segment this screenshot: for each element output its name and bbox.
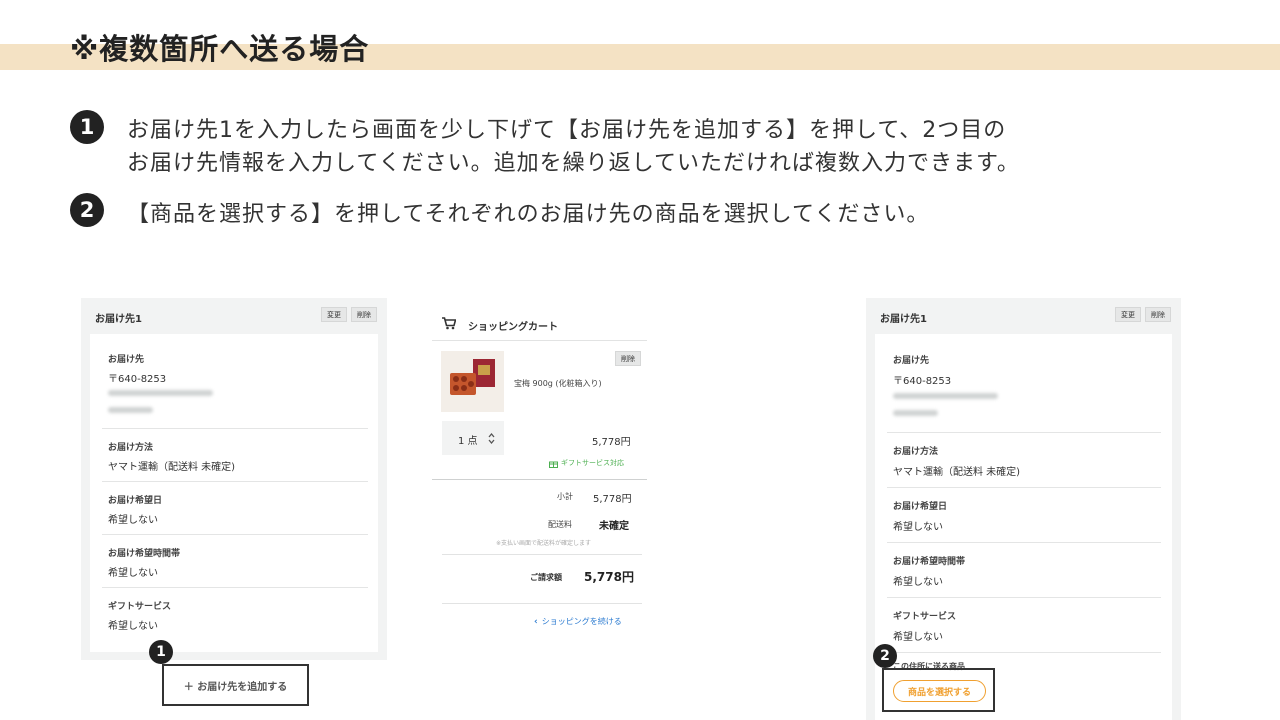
date-label: お届け希望日	[108, 496, 163, 506]
continue-shopping-label: ショッピングを続ける	[541, 617, 622, 626]
method-label: お届け方法	[893, 447, 939, 457]
right-delivery-panel: お届け先1 変更 削除 お届け先 〒640-8253 お届け方法 ヤマト運輸（配…	[866, 298, 1181, 720]
product-image	[441, 351, 504, 412]
cart-title: ショッピングカート	[468, 322, 558, 333]
divider	[102, 428, 368, 429]
gift-label: ギフトサービス	[893, 612, 957, 622]
left-delivery-panel: お届け先1 変更 削除 お届け先 〒640-8253 お届け方法 ヤマト運輸（配…	[81, 298, 387, 660]
select-products-button[interactable]: 商品を選択する	[893, 680, 986, 702]
callout-2-badge: 2	[873, 644, 897, 668]
left-change-button[interactable]: 変更	[321, 307, 347, 322]
gift-service-badge: ギフトサービス対応	[549, 458, 624, 468]
instruction-1-line-1: お届け先1を入力したら画面を少し下げて【お届け先を追加する】を押して、2つ目の	[127, 118, 1007, 143]
instruction-2-line-1: 【商品を選択する】を押してそれぞれのお届け先の商品を選択してください。	[127, 202, 930, 227]
gift-value: 希望しない	[108, 621, 158, 632]
product-name: 宝梅 900g (化粧箱入り)	[514, 379, 602, 388]
right-delete-button[interactable]: 削除	[1145, 307, 1171, 322]
cart-delete-button[interactable]: 削除	[615, 351, 641, 366]
right-panel-title: お届け先1	[880, 314, 927, 325]
divider	[887, 597, 1161, 598]
right-change-button[interactable]: 変更	[1115, 307, 1141, 322]
step-1-badge: 1	[70, 110, 104, 144]
address-label: お届け先	[108, 355, 145, 365]
item-price: 5,778円	[592, 437, 631, 448]
divider	[887, 652, 1161, 653]
cart-icon	[442, 317, 456, 330]
date-value: 希望しない	[893, 522, 943, 533]
date-value: 希望しない	[108, 515, 158, 526]
chevron-left-icon: ‹	[534, 616, 538, 627]
total-label: ご請求額	[530, 573, 562, 582]
left-details-card: お届け先 〒640-8253 お届け方法 ヤマト運輸（配送料 未確定) お届け希…	[90, 334, 378, 652]
gift-value: 希望しない	[893, 632, 943, 643]
postal-code: 〒640-8253	[893, 376, 952, 387]
address-label: お届け先	[893, 356, 930, 366]
subtotal-label: 小計	[557, 492, 573, 501]
shopping-cart-panel: ショッピングカート 削除 宝梅 900g (化粧箱入り) 1 点 5,778円 …	[432, 298, 647, 643]
divider	[887, 487, 1161, 488]
time-label: お届け希望時間帯	[108, 549, 181, 559]
left-panel-title: お届け先1	[95, 314, 142, 325]
step-2-badge: 2	[70, 193, 104, 227]
product-thumbnail-icon	[450, 359, 495, 395]
total-value: 5,778円	[584, 570, 634, 584]
blurred-address	[108, 390, 213, 396]
method-label: お届け方法	[108, 443, 154, 453]
postal-code: 〒640-8253	[108, 374, 167, 385]
time-value: 希望しない	[893, 577, 943, 588]
callout-1-badge: 1	[149, 640, 173, 664]
blurred-address	[893, 393, 998, 399]
divider	[102, 534, 368, 535]
divider	[887, 432, 1161, 433]
stepper-arrows-icon	[488, 433, 495, 444]
divider	[432, 479, 647, 480]
blurred-name	[108, 407, 153, 413]
gift-service-text: ギフトサービス対応	[561, 459, 624, 467]
time-label: お届け希望時間帯	[893, 557, 966, 567]
continue-shopping-link[interactable]: ‹ ショッピングを続ける	[534, 616, 622, 627]
divider	[102, 587, 368, 588]
method-value: ヤマト運輸（配送料 未確定)	[108, 462, 236, 473]
blurred-name	[893, 410, 938, 416]
subtotal-value: 5,778円	[593, 494, 632, 505]
quantity-select[interactable]: 1 点	[442, 421, 504, 455]
quantity-value: 1 点	[458, 436, 478, 447]
date-label: お届け希望日	[893, 502, 948, 512]
right-details-card: お届け先 〒640-8253 お届け方法 ヤマト運輸（配送料 未確定) お届け希…	[875, 334, 1172, 720]
divider	[442, 603, 642, 604]
divider	[442, 554, 642, 555]
shipping-label: 配送料	[548, 520, 572, 529]
shipping-value: 未確定	[599, 521, 629, 532]
left-delete-button[interactable]: 削除	[351, 307, 377, 322]
gift-icon	[549, 461, 558, 468]
divider	[102, 481, 368, 482]
method-value: ヤマト運輸（配送料 未確定)	[893, 467, 1021, 478]
add-address-button[interactable]: ＋ お届け先を追加する	[164, 666, 307, 704]
shipping-note: ※支払い画面で配送料が確定します	[496, 540, 592, 547]
page-title: ※複数箇所へ送る場合	[70, 32, 370, 66]
gift-label: ギフトサービス	[108, 602, 172, 612]
divider	[432, 340, 647, 341]
instruction-1-line-2: お届け先情報を入力してください。追加を繰り返していただければ複数入力できます。	[127, 151, 1020, 176]
time-value: 希望しない	[108, 568, 158, 579]
divider	[887, 542, 1161, 543]
